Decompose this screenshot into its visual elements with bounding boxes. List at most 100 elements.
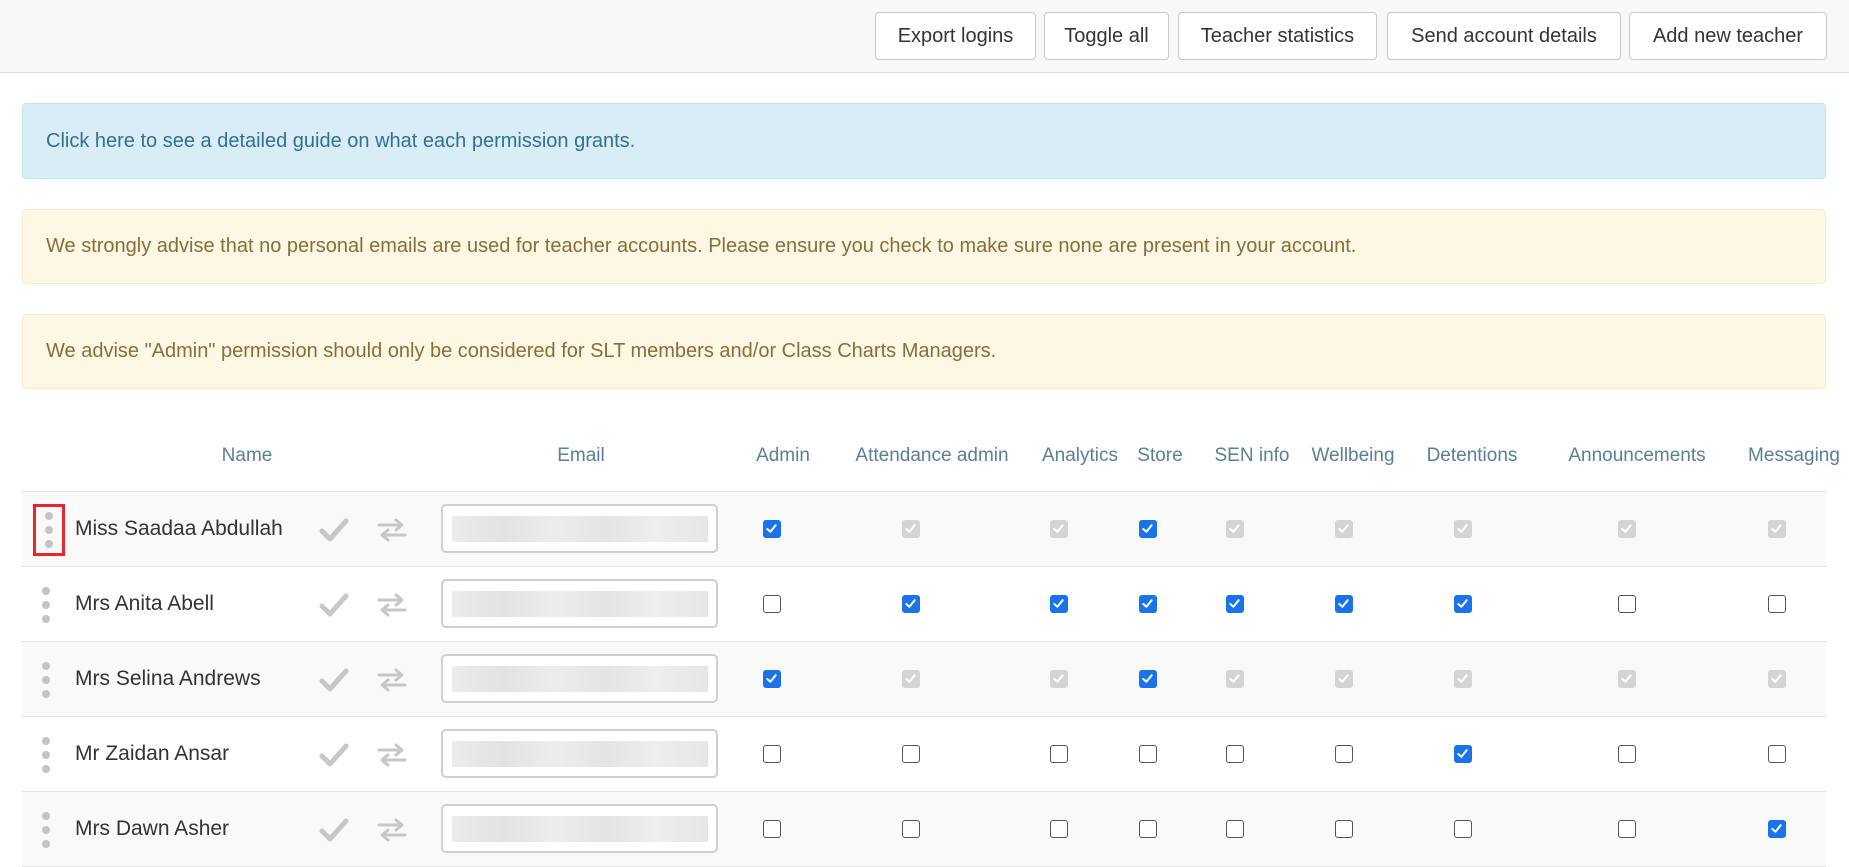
permission-checkbox-store[interactable] <box>1139 820 1157 838</box>
drag-handle-icon[interactable] <box>40 812 52 848</box>
permission-checkbox-analytics <box>1050 520 1068 538</box>
table-row: Miss Saadaa Abdullah <box>22 492 1826 567</box>
checkmark-icon[interactable] <box>318 816 350 844</box>
top-toolbar: Export logins Toggle all Teacher statist… <box>0 0 1849 73</box>
checkmark-icon[interactable] <box>318 741 350 769</box>
permission-checkbox-announcements <box>1618 670 1636 688</box>
header-name: Name <box>221 444 273 466</box>
permission-checkbox-attendance-admin <box>902 670 920 688</box>
swap-arrows-icon[interactable] <box>376 666 408 694</box>
permission-checkbox-messaging[interactable] <box>1768 820 1786 838</box>
swap-arrows-icon[interactable] <box>376 516 408 544</box>
checkmark-icon[interactable] <box>318 591 350 619</box>
permission-checkbox-messaging[interactable] <box>1768 745 1786 763</box>
permission-checkbox-wellbeing[interactable] <box>1335 745 1353 763</box>
table-row: Mrs Dawn Asher <box>22 792 1826 867</box>
teacher-name: Miss Saadaa Abdullah <box>75 517 283 540</box>
header-store: Store <box>1137 444 1183 466</box>
teacher-name: Mrs Selina Andrews <box>75 667 261 690</box>
drag-handle-icon[interactable] <box>40 737 52 773</box>
permission-checkbox-attendance-admin[interactable] <box>902 745 920 763</box>
toggle-all-button[interactable]: Toggle all <box>1044 12 1169 60</box>
drag-handle-icon[interactable] <box>33 504 65 556</box>
permission-checkbox-messaging[interactable] <box>1768 595 1786 613</box>
permission-checkbox-wellbeing <box>1335 520 1353 538</box>
permission-checkbox-announcements[interactable] <box>1618 745 1636 763</box>
permission-checkbox-announcements <box>1618 520 1636 538</box>
teacher-statistics-button[interactable]: Teacher statistics <box>1178 12 1377 60</box>
header-wellbeing: Wellbeing <box>1311 444 1395 466</box>
teachers-table: Name Email Admin Attendance admin Analyt… <box>22 420 1840 867</box>
teacher-name: Mrs Anita Abell <box>75 592 214 615</box>
add-new-teacher-button[interactable]: Add new teacher <box>1629 12 1827 60</box>
permission-checkbox-detentions[interactable] <box>1454 745 1472 763</box>
permission-checkbox-admin[interactable] <box>763 670 781 688</box>
swap-arrows-icon[interactable] <box>376 741 408 769</box>
permission-checkbox-wellbeing <box>1335 670 1353 688</box>
email-field[interactable] <box>441 579 718 628</box>
admin-permission-warning-text: We advise "Admin" permission should only… <box>46 340 997 362</box>
permission-checkbox-store[interactable] <box>1139 595 1157 613</box>
swap-arrows-icon[interactable] <box>376 816 408 844</box>
permission-checkbox-store[interactable] <box>1139 520 1157 538</box>
permission-checkbox-admin[interactable] <box>763 595 781 613</box>
admin-permission-warning: We advise "Admin" permission should only… <box>22 314 1826 389</box>
permission-checkbox-analytics <box>1050 670 1068 688</box>
permission-guide-text[interactable]: Click here to see a detailed guide on wh… <box>46 130 635 153</box>
permission-checkbox-wellbeing[interactable] <box>1335 820 1353 838</box>
permission-checkbox-attendance-admin[interactable] <box>902 820 920 838</box>
header-announcements: Announcements <box>1568 444 1706 466</box>
header-attendance-admin: Attendance admin <box>855 444 1009 466</box>
permission-checkbox-messaging <box>1768 670 1786 688</box>
send-account-details-button[interactable]: Send account details <box>1387 12 1621 60</box>
permission-checkbox-wellbeing[interactable] <box>1335 595 1353 613</box>
permission-checkbox-store[interactable] <box>1139 745 1157 763</box>
permission-checkbox-attendance-admin <box>902 520 920 538</box>
permission-checkbox-sen-info <box>1226 670 1244 688</box>
drag-handle-icon[interactable] <box>40 587 52 623</box>
permission-guide-alert[interactable]: Click here to see a detailed guide on wh… <box>22 103 1826 179</box>
table-row: Mr Zaidan Ansar <box>22 717 1826 792</box>
header-email: Email <box>557 444 605 466</box>
permission-checkbox-store[interactable] <box>1139 670 1157 688</box>
drag-handle-icon[interactable] <box>40 662 52 698</box>
teacher-name: Mr Zaidan Ansar <box>75 742 230 765</box>
swap-arrows-icon[interactable] <box>376 591 408 619</box>
email-field[interactable] <box>441 654 718 703</box>
permission-checkbox-detentions <box>1454 670 1472 688</box>
permission-checkbox-analytics[interactable] <box>1050 745 1068 763</box>
personal-email-warning: We strongly advise that no personal emai… <box>22 209 1826 284</box>
header-analytics: Analytics <box>1041 444 1119 466</box>
permission-checkbox-admin[interactable] <box>763 520 781 538</box>
permission-checkbox-admin[interactable] <box>763 820 781 838</box>
teacher-name: Mrs Dawn Asher <box>75 817 230 840</box>
export-logins-button[interactable]: Export logins <box>875 12 1036 60</box>
permission-checkbox-messaging <box>1768 520 1786 538</box>
checkmark-icon[interactable] <box>318 666 350 694</box>
email-field[interactable] <box>441 804 718 853</box>
permission-checkbox-detentions[interactable] <box>1454 820 1472 838</box>
permission-checkbox-analytics[interactable] <box>1050 820 1068 838</box>
personal-email-warning-text: We strongly advise that no personal emai… <box>46 235 1357 257</box>
permission-checkbox-admin[interactable] <box>763 745 781 763</box>
header-admin: Admin <box>756 444 810 466</box>
permission-checkbox-sen-info[interactable] <box>1226 595 1244 613</box>
permission-checkbox-announcements[interactable] <box>1618 820 1636 838</box>
permission-checkbox-analytics[interactable] <box>1050 595 1068 613</box>
email-field[interactable] <box>441 729 718 778</box>
permission-checkbox-detentions[interactable] <box>1454 595 1472 613</box>
table-body: Miss Saadaa Abdullah Mrs Anita Abell Mrs S… <box>22 492 1826 867</box>
permission-checkbox-attendance-admin[interactable] <box>902 595 920 613</box>
permission-checkbox-sen-info <box>1226 520 1244 538</box>
permission-checkbox-sen-info[interactable] <box>1226 745 1244 763</box>
table-header: Name Email Admin Attendance admin Analyt… <box>22 420 1840 492</box>
permission-checkbox-detentions <box>1454 520 1472 538</box>
table-row: Mrs Anita Abell <box>22 567 1826 642</box>
table-row: Mrs Selina Andrews <box>22 642 1826 717</box>
header-messaging: Messaging <box>1748 444 1840 466</box>
checkmark-icon[interactable] <box>318 516 350 544</box>
permission-checkbox-sen-info[interactable] <box>1226 820 1244 838</box>
permission-checkbox-announcements[interactable] <box>1618 595 1636 613</box>
header-detentions: Detentions <box>1426 444 1518 466</box>
email-field[interactable] <box>441 504 718 553</box>
